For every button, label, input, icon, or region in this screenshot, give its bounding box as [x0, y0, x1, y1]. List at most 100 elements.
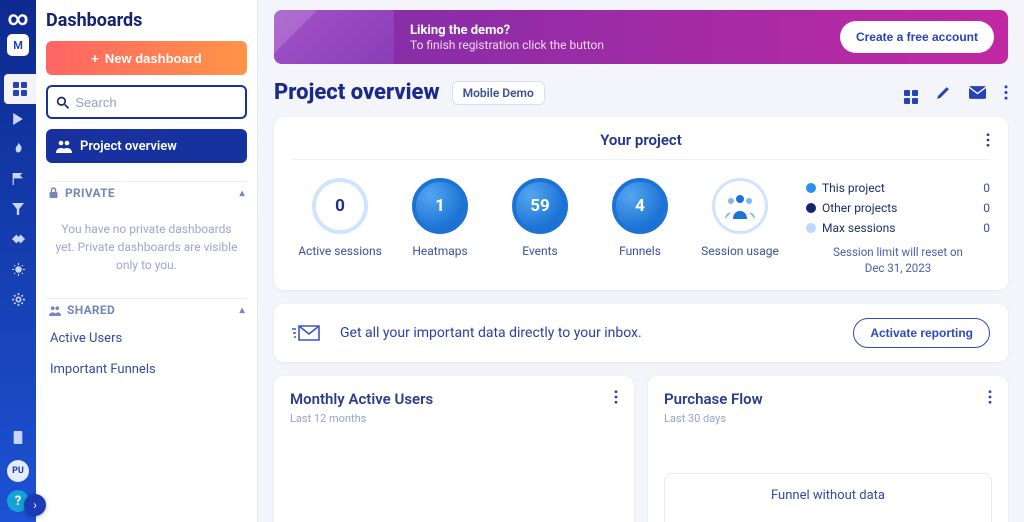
activate-reporting-card: Get all your important data directly to … [274, 304, 1008, 362]
nav-project-overview[interactable]: Project overview [46, 129, 247, 163]
legend-name: Other projects [822, 201, 897, 215]
metric-funnels[interactable]: 4 Funnels [592, 178, 688, 258]
rail-item-play[interactable] [0, 104, 36, 134]
rail-item-docs[interactable] [0, 422, 36, 452]
legend-value: 0 [983, 221, 990, 235]
card-menu-button[interactable] [986, 133, 990, 147]
rail-item-heatmaps[interactable] [0, 134, 36, 164]
metric-label: Active sessions [298, 244, 382, 258]
activate-reporting-button[interactable]: Activate reporting [853, 318, 990, 348]
legend-name: Max sessions [822, 221, 895, 235]
rail-item-retention[interactable] [0, 224, 36, 254]
legend-name: This project [822, 181, 885, 195]
private-section-header[interactable]: PRIVATE ▴ [46, 181, 247, 206]
search-box[interactable] [46, 85, 247, 119]
banner-title: Liking the demo? [410, 23, 824, 38]
logo-icon: ∞ [8, 6, 29, 30]
legend-value: 0 [983, 201, 990, 215]
play-icon [12, 113, 24, 125]
grid-icon [13, 82, 27, 96]
bug-icon [12, 263, 25, 276]
metric-events[interactable]: 59 Events [492, 178, 588, 258]
collapse-icon: ▴ [240, 188, 245, 199]
rail-item-settings[interactable] [0, 284, 36, 314]
create-account-button[interactable]: Create a free account [840, 21, 994, 53]
flag-icon [12, 173, 24, 185]
funnel-icon [12, 203, 24, 215]
shared-section-header[interactable]: SHARED ▴ [46, 298, 247, 323]
rail-expand-button[interactable]: › [24, 494, 46, 516]
gear-icon [12, 293, 25, 306]
metric-value: 0 [312, 178, 368, 234]
metric-active-sessions[interactable]: 0 Active sessions [292, 178, 388, 258]
metric-session-usage[interactable]: Session usage [692, 178, 788, 258]
nav-project-overview-label: Project overview [80, 139, 177, 154]
rail-item-flags[interactable] [0, 164, 36, 194]
banner-subtitle: To finish registration click the button [410, 38, 824, 52]
session-reset-note: Session limit will reset on Dec 31, 2023 [806, 244, 990, 276]
pencil-icon [936, 85, 951, 100]
widget-subtitle: Last 12 months [290, 412, 433, 425]
metric-label: Events [522, 244, 558, 258]
shared-item-important-funnels[interactable]: Important Funnels [46, 354, 247, 385]
legend-dot [806, 203, 816, 213]
page-header: Project overview Mobile Demo [274, 80, 1008, 105]
widget-menu-button[interactable] [614, 390, 618, 404]
funnel-empty-state: Funnel without data [664, 473, 992, 522]
nav-rail: ∞ M PU ? [0, 0, 36, 522]
session-legend: This project 0 Other projects 0 Max sess… [792, 178, 990, 276]
project-chip[interactable]: Mobile Demo [452, 81, 545, 105]
inbox-send-icon [292, 323, 322, 343]
new-dashboard-button[interactable]: + New dashboard [46, 41, 247, 75]
email-button[interactable] [969, 86, 986, 99]
private-empty-message: You have no private dashboards yet. Priv… [46, 206, 247, 294]
user-avatar[interactable]: PU [7, 460, 29, 482]
metric-heatmaps[interactable]: 1 Heatmaps [392, 178, 488, 258]
search-input[interactable] [75, 95, 237, 110]
users-icon [48, 305, 61, 316]
promo-banner: Liking the demo? To finish registration … [274, 10, 1008, 64]
grid-icon [904, 90, 918, 104]
metric-value: 4 [612, 178, 668, 234]
people-group-icon [723, 189, 757, 223]
sidebar-title: Dashboards [46, 10, 247, 31]
widget-title: Purchase Flow [664, 390, 763, 408]
doc-icon [12, 431, 24, 444]
banner-graphic [274, 10, 394, 64]
shared-label: SHARED [67, 303, 115, 317]
people-icon [56, 139, 72, 153]
card-title: Your project [600, 131, 682, 149]
private-label: PRIVATE [65, 186, 115, 200]
purchase-flow-widget: Purchase Flow Last 30 days Funnel withou… [648, 376, 1008, 522]
metric-label: Heatmaps [412, 244, 467, 258]
inbox-text: Get all your important data directly to … [340, 325, 835, 341]
edit-button[interactable] [936, 85, 951, 100]
rail-item-dashboards[interactable] [4, 74, 36, 104]
widget-menu-button[interactable] [988, 390, 992, 404]
metric-label: Session usage [701, 244, 779, 258]
rail-item-issues[interactable] [0, 254, 36, 284]
rail-item-funnels[interactable] [0, 194, 36, 224]
kebab-icon [614, 390, 618, 404]
widget-subtitle: Last 30 days [664, 412, 763, 425]
kebab-icon [1004, 85, 1008, 100]
more-button[interactable] [1004, 85, 1008, 100]
sidebar-panel: Dashboards + New dashboard Project overv… [36, 0, 258, 522]
main-content: Liking the demo? To finish registration … [258, 0, 1024, 522]
legend-dot [806, 183, 816, 193]
new-dashboard-label: New dashboard [105, 51, 202, 66]
workspace-badge[interactable]: M [7, 34, 29, 56]
shared-item-active-users[interactable]: Active Users [46, 323, 247, 354]
legend-dot [806, 223, 816, 233]
your-project-card: Your project 0 Active sessions 1 Heatmap… [274, 117, 1008, 290]
metric-label: Funnels [619, 244, 661, 258]
layout-button[interactable] [904, 82, 918, 104]
flame-icon [12, 142, 24, 156]
envelope-icon [969, 86, 986, 99]
plus-icon: + [91, 51, 99, 66]
legend-value: 0 [983, 181, 990, 195]
kebab-icon [988, 390, 992, 404]
legend-row: Other projects 0 [806, 198, 990, 218]
legend-row: This project 0 [806, 178, 990, 198]
widget-title: Monthly Active Users [290, 390, 433, 408]
